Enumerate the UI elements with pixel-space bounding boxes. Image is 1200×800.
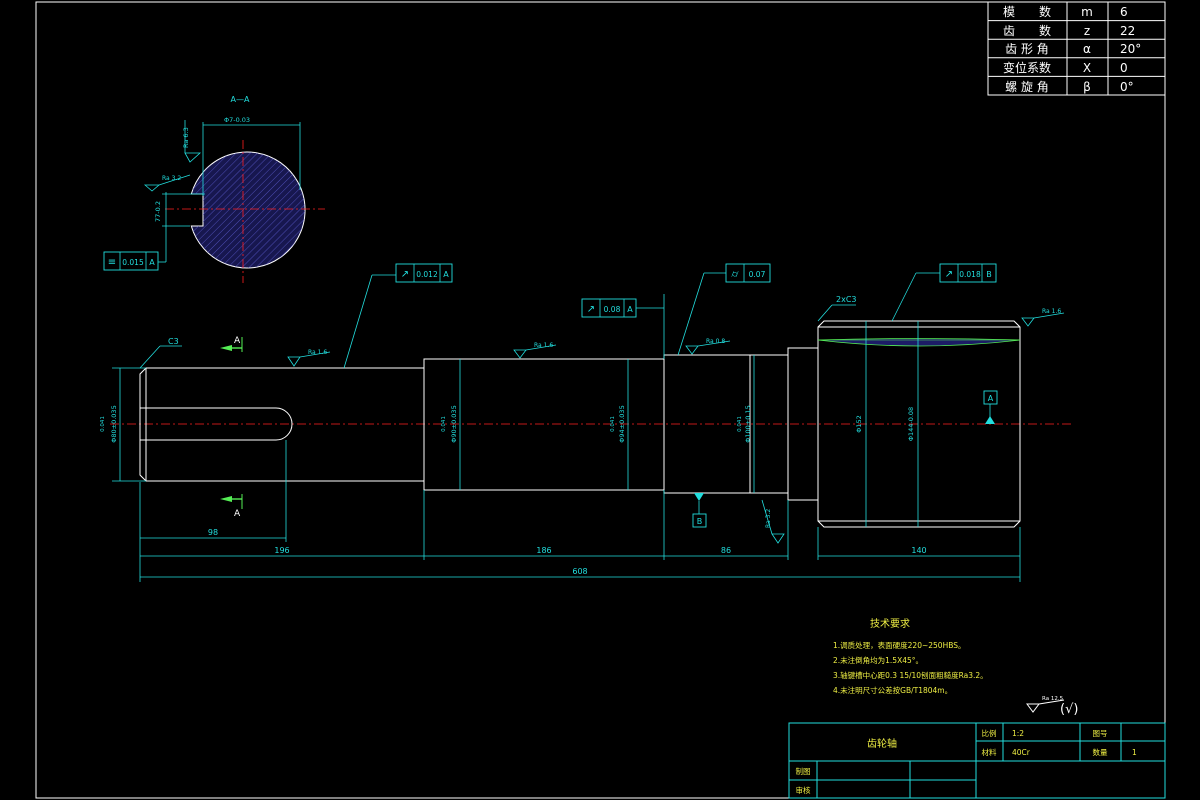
cad-drawing: 模 数 m 6 齿 数 z 22 齿 形 角 α 20° 变位系数 X 0 螺 …: [35, 1, 1166, 799]
roughness-5: Ra 3.2: [765, 509, 772, 528]
gdt-2-value: 0.08: [604, 305, 621, 314]
gdt-1-datum: A: [443, 270, 449, 279]
part-name: 齿轮轴: [867, 737, 897, 750]
gdt-1-symbol: ↗: [401, 269, 409, 280]
material-label: 材料: [982, 747, 997, 757]
param-name-3: 变位系数: [1003, 60, 1051, 75]
chamfer-right-label: 2xC3: [836, 295, 857, 304]
diameter-1-tol: 0.041: [100, 416, 106, 432]
gdt-2-symbol: ↗: [587, 304, 595, 315]
param-name-4: 螺 旋 角: [1005, 80, 1049, 94]
gdt-1-value: 0.012: [416, 270, 438, 279]
param-value-3: 0: [1120, 61, 1128, 75]
diameter-3-label: Φ94±0.035: [618, 405, 626, 442]
param-symbol-1: z: [1084, 24, 1090, 38]
section-tol-datum: A: [149, 258, 155, 267]
roughness-3: Ra 0.8: [706, 338, 725, 345]
param-name-2: 齿 形 角: [1005, 42, 1049, 56]
param-symbol-4: β: [1083, 80, 1091, 94]
param-name-0: 模 数: [1003, 4, 1051, 19]
roughness-1: Ra 1.6: [308, 349, 327, 356]
technical-requirements: 技术要求 1.调质处理，表面硬度220~250HBS。 2.未注倒角均为1.5X…: [833, 617, 988, 695]
diameter-1-label: Φ80±0.035: [110, 405, 118, 442]
drawn-label: 制图: [796, 766, 811, 776]
drawing-no-label: 图号: [1093, 729, 1108, 738]
param-value-2: 20°: [1120, 42, 1141, 56]
gear-tooth-region: [817, 338, 1021, 347]
gdt-4-value: 0.018: [959, 270, 981, 279]
section-diameter-label: Φ7-0.03: [224, 116, 250, 124]
diameter-4-label: Φ100+0.15: [744, 405, 752, 442]
gdt-3-symbol: ⌭: [731, 269, 739, 280]
quantity-value: 1: [1132, 748, 1137, 757]
tech-item-1: 1.调质处理，表面硬度220~250HBS。: [833, 640, 965, 650]
length-seg1: 196: [274, 546, 289, 555]
gdt-4-symbol: ↗: [945, 269, 953, 280]
section-tol-value: 0.015: [122, 258, 144, 267]
general-roughness-paren: (√): [1060, 702, 1078, 717]
section-tol-symbol: ≡: [108, 257, 116, 268]
param-symbol-3: X: [1083, 61, 1091, 75]
length-key: 98: [208, 528, 218, 537]
diameter-2-label: Φ90±0.035: [450, 405, 458, 442]
chamfer-left-label: C3: [168, 337, 179, 346]
section-marker-top: A: [234, 336, 241, 346]
ratio-value: 1:2: [1012, 729, 1024, 738]
length-seg2: 186: [536, 546, 551, 555]
section-view-a-a: A—A Φ7-0.03 Ra 6.3 Ra 3.2 77-0.2 ≡ 0.015…: [103, 95, 325, 283]
datum-a-label: A: [988, 394, 994, 403]
length-seg4: 140: [911, 546, 926, 555]
datum-b-label: B: [697, 517, 703, 526]
diameter-6-label: Φ144-0.08: [907, 407, 915, 441]
gear-parameter-table: 模 数 m 6 齿 数 z 22 齿 形 角 α 20° 变位系数 X 0 螺 …: [987, 1, 1166, 96]
diameter-2-tol: 0.041: [441, 416, 447, 432]
param-symbol-2: α: [1083, 42, 1091, 56]
tech-title: 技术要求: [870, 617, 910, 630]
section-marker-bottom: A: [234, 509, 241, 519]
section-roughness-top: Ra 6.3: [182, 127, 190, 148]
roughness-2: Ra 1.6: [534, 342, 553, 349]
shaft-main-view: A A C3 2xC3 ↗ 0.012 A ↗ 0.08 A ⌭ 0.07 ↗ …: [100, 263, 1072, 582]
quantity-label: 数量: [1093, 747, 1109, 757]
checked-label: 审核: [796, 785, 811, 795]
param-value-0: 6: [1120, 5, 1128, 19]
gdt-2-datum: A: [627, 305, 633, 314]
length-seg3: 86: [721, 546, 731, 555]
section-title: A—A: [231, 95, 250, 104]
title-block: 齿轮轴 比例 1:2 图号 材料 40Cr 数量 1 制图 审核: [788, 722, 1166, 799]
tech-item-3: 3.轴键槽中心距0.3 15/10刨面粗糙度Ra3.2。: [833, 670, 988, 680]
diameter-5-label: Φ152: [855, 415, 863, 433]
tech-item-4: 4.未注明尺寸公差按GB/T1804m。: [833, 685, 952, 695]
general-roughness: Ra 12.5 (√): [1026, 696, 1078, 717]
tech-item-2: 2.未注倒角均为1.5X45°。: [833, 655, 923, 665]
material-value: 40Cr: [1012, 748, 1031, 757]
gdt-4-datum: B: [986, 270, 992, 279]
section-keydepth-label: 77-0.2: [154, 201, 162, 222]
diameter-3-tol: 0.041: [610, 416, 616, 432]
roughness-4: Ra 1.6: [1042, 308, 1061, 315]
param-value-1: 22: [1120, 24, 1135, 38]
param-name-1: 齿 数: [1003, 23, 1051, 38]
param-symbol-0: m: [1081, 5, 1093, 19]
diameter-4-tol: 0.041: [737, 416, 743, 432]
section-roughness-left: Ra 3.2: [162, 175, 181, 182]
ratio-label: 比例: [982, 728, 997, 738]
param-value-4: 0°: [1120, 80, 1134, 94]
gdt-3-value: 0.07: [749, 270, 766, 279]
length-total: 608: [572, 567, 587, 576]
